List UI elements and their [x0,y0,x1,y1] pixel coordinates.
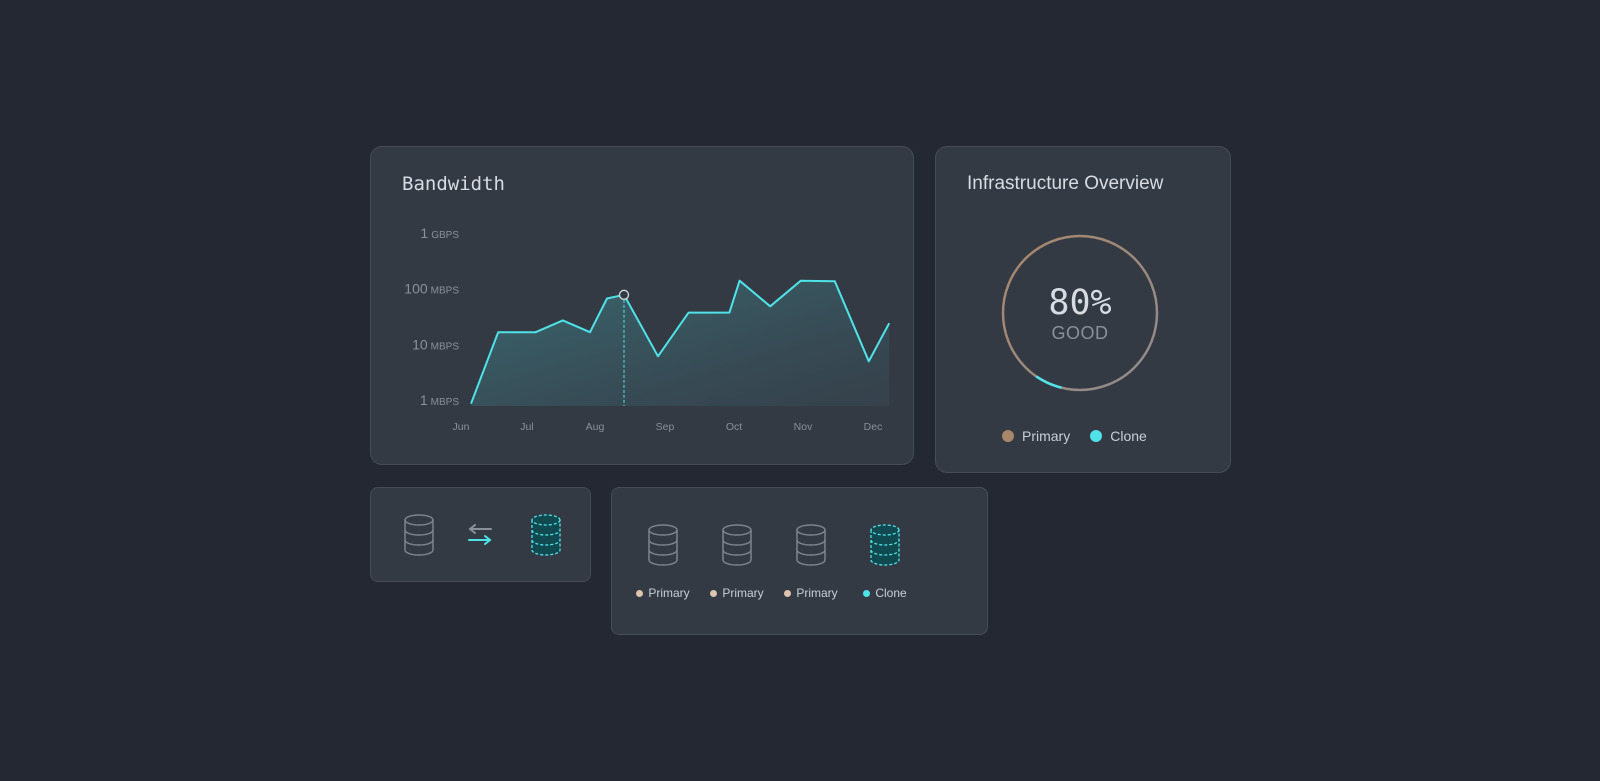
database-icon [404,514,434,556]
database-icon [722,524,752,566]
gauge-clone-arc [1035,375,1062,389]
list-item[interactable]: Primary [636,524,690,600]
database-clone-icon [870,524,900,566]
x-tick-label: Aug [586,421,605,433]
legend-label-clone: Clone [1110,428,1147,444]
x-tick-label: Dec [864,421,883,433]
database-clone-icon [531,514,561,556]
data-point[interactable] [867,359,871,363]
infrastructure-overview-card: Infrastructure Overview 80% GOOD Primary… [935,146,1231,473]
y-tick-label: 1 GBPS [420,225,459,241]
clone-dot-icon [863,589,871,597]
data-point[interactable] [469,402,473,406]
x-tick-label: Nov [794,421,813,433]
data-point[interactable] [738,279,742,283]
database-label-text: Primary [648,586,690,600]
list-item[interactable]: Primary [710,524,764,600]
database-icon [648,524,678,566]
infrastructure-legend: Primary Clone [1002,428,1147,444]
database-label-text: Primary [796,586,838,600]
hover-marker[interactable] [618,289,630,300]
data-point[interactable] [833,279,837,283]
x-tick-label: Sep [656,421,675,433]
health-gauge: 80% GOOD [1000,233,1160,393]
data-point[interactable] [887,321,891,325]
legend-item-clone: Clone [1090,428,1147,444]
list-item[interactable]: Primary [784,524,838,600]
database-label: Primary [784,586,838,600]
gauge-value: 80% [1048,283,1112,323]
data-point[interactable] [605,297,609,301]
clone-dot-icon [1090,430,1103,442]
data-point[interactable] [799,279,803,283]
x-tick-label: Jun [453,421,470,433]
data-point[interactable] [727,311,731,315]
swap-arrows-icon [468,524,492,545]
primary-dot-icon [1002,430,1014,442]
y-tick-label: 10 MBPS [412,336,459,352]
x-tick-label: Oct [726,421,742,433]
x-tick-label: Jul [520,421,533,433]
gauge-status: GOOD [1051,323,1109,343]
data-point[interactable] [588,330,592,334]
infrastructure-title: Infrastructure Overview [967,173,1164,194]
data-point[interactable] [534,330,538,334]
replication-card [370,487,591,582]
legend-label-primary: Primary [1022,428,1071,444]
database-label: Primary [710,586,764,600]
primary-dot-icon [784,589,792,597]
primary-dot-icon [710,589,718,597]
bandwidth-area [471,280,890,406]
data-point[interactable] [687,311,691,315]
data-point[interactable] [561,318,565,322]
database-icon [796,524,826,566]
data-point[interactable] [656,354,660,358]
database-label-text: Clone [875,586,907,600]
database-label: Primary [636,586,690,600]
database-label-text: Primary [722,586,764,600]
database-list-card: Primary Primary Primary Clone [611,487,988,635]
data-point[interactable] [768,304,772,308]
bandwidth-card: Bandwidth 1 MBPS 10 MBPS 100 MBPS 1 GBPS Jun Jul… [370,146,914,465]
list-item[interactable]: Clone [860,524,910,600]
y-tick-label: 1 MBPS [420,392,459,408]
y-tick-label: 100 MBPS [404,281,459,297]
bandwidth-chart: 1 MBPS 10 MBPS 100 MBPS 1 GBPS Jun Jul Aug Sep Oct N… [404,225,891,433]
database-label: Clone [863,586,907,600]
primary-dot-icon [636,589,644,597]
data-point[interactable] [496,330,500,334]
database-list: Primary Primary Primary Clone [636,524,910,600]
legend-item-primary: Primary [1002,428,1070,444]
